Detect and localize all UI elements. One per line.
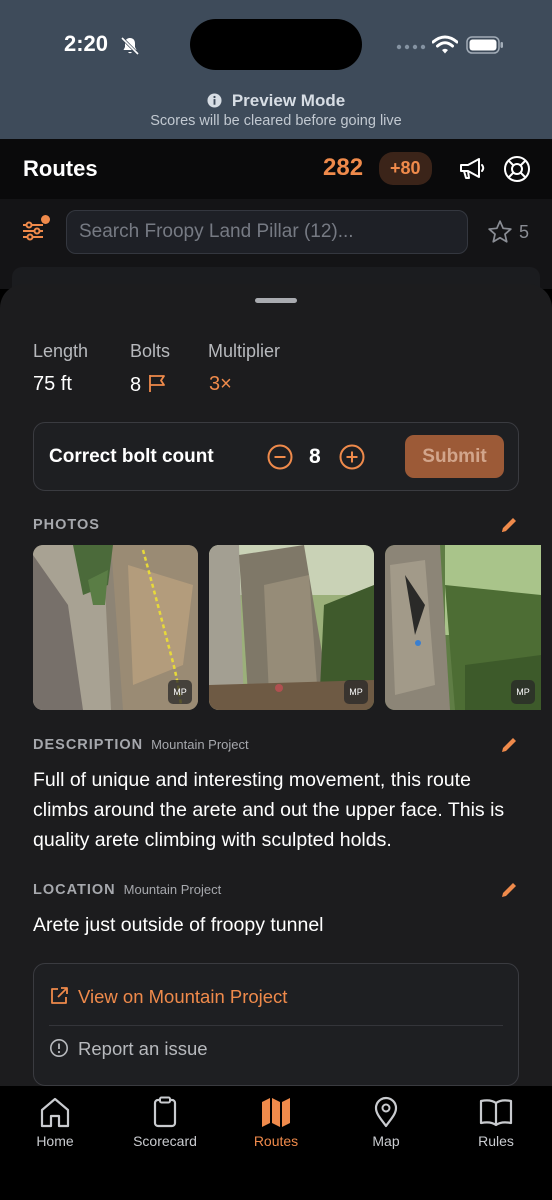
stat-bolts-label: Bolts xyxy=(130,341,171,361)
route-photo-1[interactable]: MP xyxy=(33,545,198,710)
route-detail-sheet: Length 75 ft Bolts 8 Multiplier 3× Corre… xyxy=(0,284,552,1094)
bolt-count-card: Correct bolt count 8 Submit xyxy=(33,422,519,491)
location-heading: LOCATION Mountain Project xyxy=(33,882,221,898)
stat-multiplier-label: Multiplier xyxy=(208,341,281,361)
description-source: Mountain Project xyxy=(151,737,249,752)
info-icon xyxy=(207,93,222,108)
preview-title: Preview Mode xyxy=(0,91,552,111)
stat-bolts-value: 8 xyxy=(130,374,142,396)
tab-routes-label: Routes xyxy=(253,1133,299,1149)
stat-length-label: Length xyxy=(33,341,89,361)
links-card: View on Mountain Project Report an issue xyxy=(33,963,519,1086)
view-on-mountain-project-link[interactable]: View on Mountain Project xyxy=(49,986,287,1008)
sheet-grabber[interactable] xyxy=(255,298,297,303)
preview-banner: 2:20 Preview Mode Scores will be cleared… xyxy=(0,0,552,139)
plus-circle-icon[interactable] xyxy=(339,444,365,470)
mp-badge: MP xyxy=(511,680,535,704)
report-issue-link[interactable]: Report an issue xyxy=(49,1038,208,1060)
filter-active-dot xyxy=(41,215,50,224)
dynamic-island xyxy=(190,19,362,70)
divider xyxy=(49,1025,503,1026)
tab-home-label: Home xyxy=(36,1133,74,1149)
submit-button[interactable]: Submit xyxy=(405,435,504,478)
location-title: LOCATION xyxy=(33,882,116,898)
map-pin-icon xyxy=(374,1096,398,1128)
preview-subtitle: Scores will be cleared before going live xyxy=(150,113,402,129)
description-text: Full of unique and interesting movement,… xyxy=(33,769,505,851)
clipboard-icon xyxy=(153,1096,177,1128)
preview-title-text: Preview Mode xyxy=(231,91,346,110)
bolt-count-value: 8 xyxy=(309,445,321,468)
description-heading: DESCRIPTION Mountain Project xyxy=(33,737,249,753)
flag-icon[interactable] xyxy=(147,373,167,393)
mp-badge: MP xyxy=(168,680,192,704)
description-title: DESCRIPTION xyxy=(33,737,144,753)
bolt-count-label: Correct bolt count xyxy=(49,446,214,467)
photos-heading: PHOTOS xyxy=(33,517,100,533)
wifi-icon xyxy=(432,35,458,54)
search-row: Search Froopy Land Pillar (12)... 5 xyxy=(0,199,552,297)
stat-bolts: 8 xyxy=(130,373,167,397)
tab-scorecard[interactable]: Scorecard xyxy=(110,1096,220,1149)
report-issue-label: Report an issue xyxy=(78,1038,208,1059)
home-icon xyxy=(40,1097,70,1128)
star-icon[interactable] xyxy=(487,219,513,245)
routes-header: Routes 282 +80 xyxy=(0,139,552,199)
bell-muted-icon xyxy=(120,36,140,56)
score-total: 282 xyxy=(323,154,364,181)
tab-rules-label: Rules xyxy=(478,1133,514,1149)
mp-badge: MP xyxy=(344,680,368,704)
megaphone-icon[interactable] xyxy=(458,156,486,182)
alert-circle-icon xyxy=(50,1039,68,1057)
signal-icon xyxy=(396,44,426,50)
tab-map-label: Map xyxy=(372,1133,400,1149)
search-input[interactable]: Search Froopy Land Pillar (12)... xyxy=(66,210,468,254)
tab-routes[interactable]: Routes xyxy=(221,1096,331,1149)
location-source: Mountain Project xyxy=(123,882,222,897)
battery-icon xyxy=(466,36,503,54)
edit-pencil-icon[interactable] xyxy=(499,515,519,535)
edit-pencil-icon[interactable] xyxy=(499,880,519,900)
lifebuoy-icon[interactable] xyxy=(503,155,531,183)
minus-circle-icon[interactable] xyxy=(267,444,293,470)
star-count: 5 xyxy=(519,222,530,242)
tab-home[interactable]: Home xyxy=(0,1096,110,1149)
external-link-icon xyxy=(51,987,68,1004)
stat-length-value: 75 ft xyxy=(33,373,72,395)
status-time: 2:20 xyxy=(64,31,109,56)
tab-bar: Home Scorecard Routes Map Rules xyxy=(0,1086,552,1200)
stat-multiplier-value: 3× xyxy=(209,373,232,395)
tab-rules[interactable]: Rules xyxy=(441,1096,551,1149)
tab-scorecard-label: Scorecard xyxy=(133,1133,197,1149)
tab-map[interactable]: Map xyxy=(331,1096,441,1149)
edit-pencil-icon[interactable] xyxy=(499,735,519,755)
score-bonus-badge: +80 xyxy=(379,152,432,185)
route-photo-3[interactable]: MP xyxy=(385,545,541,710)
book-icon xyxy=(479,1099,513,1127)
page-title: Routes xyxy=(23,156,98,181)
map-icon xyxy=(262,1098,290,1127)
view-on-mountain-project-label: View on Mountain Project xyxy=(78,986,288,1007)
route-photo-2[interactable]: MP xyxy=(209,545,374,710)
location-text: Arete just outside of froopy tunnel xyxy=(33,914,324,936)
